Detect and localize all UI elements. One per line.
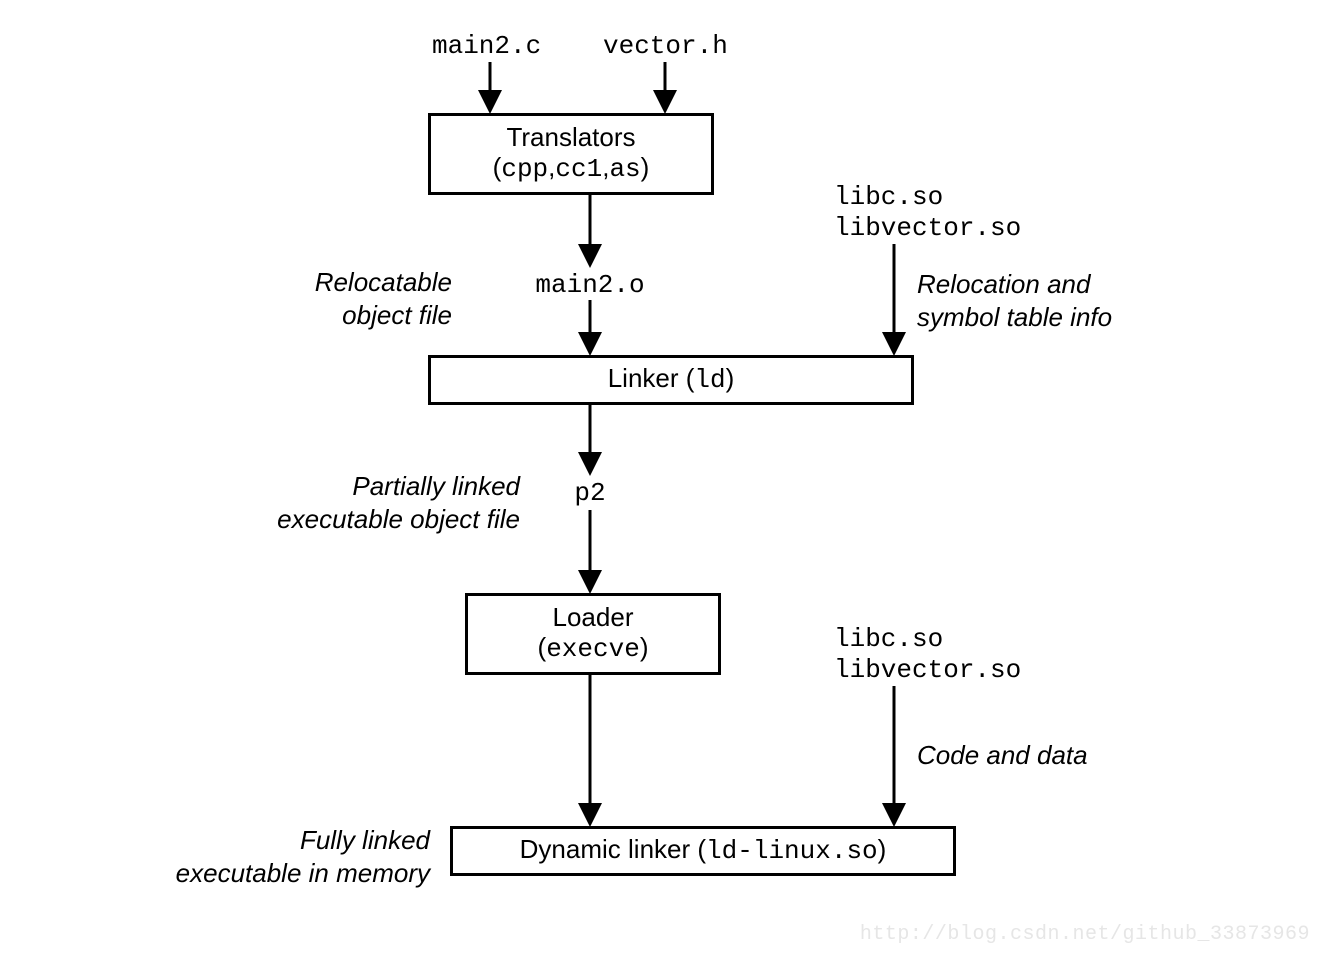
translators-box: Translators (cpp,cc1,as) — [428, 113, 714, 195]
dynamic-linker-box: Dynamic linker (ld-linux.so) — [450, 826, 956, 876]
translators-title: Translators — [506, 123, 635, 153]
relocation-info-label: Relocation and symbol table info — [917, 268, 1112, 333]
partially-linked-label: Partially linked executable object file — [170, 470, 520, 535]
translators-subtitle: (cpp,cc1,as) — [493, 153, 650, 185]
p2-label: p2 — [570, 478, 610, 508]
linker-title: Linker (ld) — [608, 364, 735, 396]
loader-subtitle: (execve) — [538, 633, 649, 665]
watermark: http://blog.csdn.net/github_33873969 — [860, 923, 1310, 946]
object-file-main2o: main2.o — [530, 270, 650, 300]
linker-box: Linker (ld) — [428, 355, 914, 405]
loader-box: Loader (execve) — [465, 593, 721, 675]
fully-linked-label: Fully linked executable in memory — [130, 824, 430, 889]
code-and-data-label: Code and data — [917, 740, 1088, 771]
loader-title: Loader — [553, 603, 634, 633]
diagram-canvas: main2.c vector.h Translators (cpp,cc1,as… — [0, 0, 1320, 956]
dynamic-linker-title: Dynamic linker (ld-linux.so) — [520, 835, 887, 867]
input-file-main2c: main2.c — [432, 31, 541, 61]
input-file-vectorh: vector.h — [603, 31, 728, 61]
libs-bottom: libc.so libvector.so — [834, 624, 1021, 686]
relocatable-label: Relocatable object file — [232, 266, 452, 331]
libs-top: libc.so libvector.so — [834, 182, 1021, 244]
